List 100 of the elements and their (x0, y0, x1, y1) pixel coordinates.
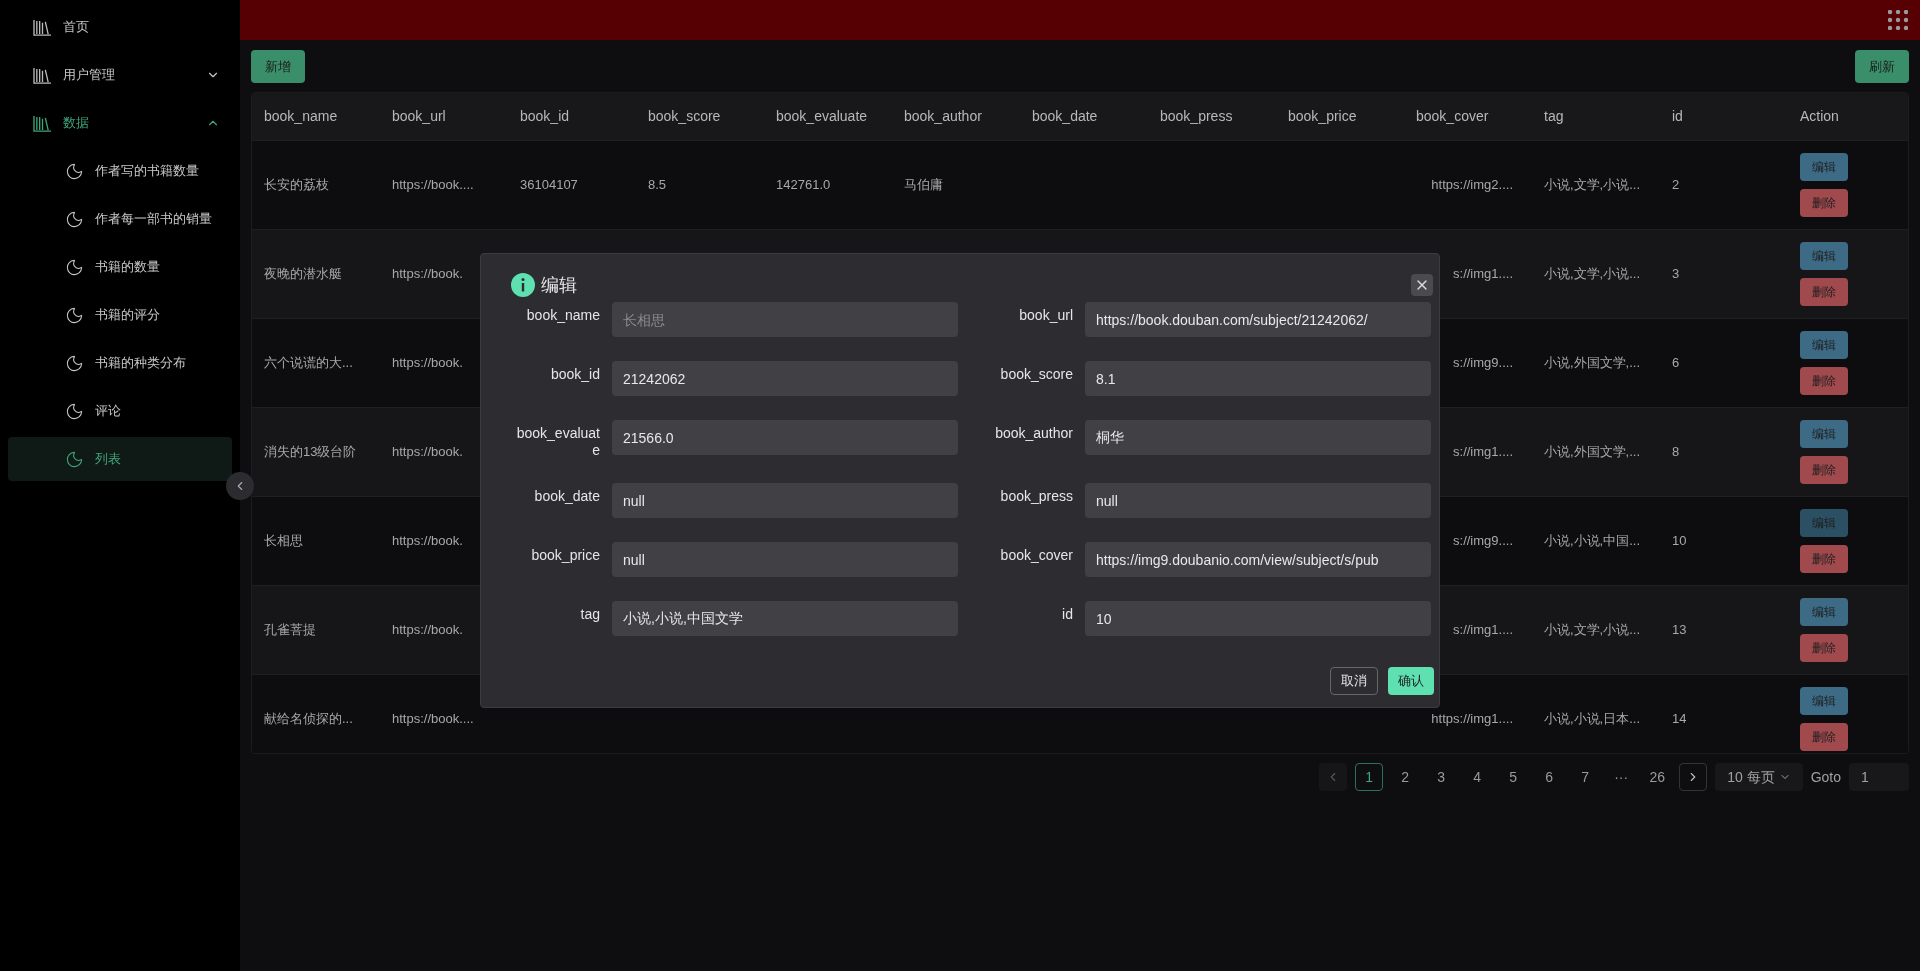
input-field[interactable]: 长相思 (612, 302, 958, 337)
page-button[interactable]: 6 (1535, 763, 1564, 791)
table-cell-text: 小说,外国文学,... (1544, 443, 1641, 462)
field-label: id (1061, 605, 1073, 623)
moon-icon (65, 305, 84, 325)
sidebar-item[interactable]: 列表 (8, 437, 232, 481)
table-cell-text: 长安的荔枝 (264, 176, 329, 195)
input-field[interactable]: https://img9.doubanio.com/view/subject/s/pub (1085, 542, 1431, 577)
field-label: book_press (999, 487, 1073, 505)
moon-icon (65, 209, 84, 229)
table-cell-text: s://img9.... (1453, 354, 1513, 373)
sidebar-item[interactable]: 书籍的种类分布 (8, 341, 232, 385)
table-cell-text: 小说,小说,中国... (1544, 532, 1641, 551)
field-label: book_author (994, 424, 1073, 442)
column-header: id (1671, 107, 1684, 126)
moon-icon (65, 401, 84, 421)
sidebar-item[interactable]: 用户管理 (0, 51, 240, 99)
table-cell-text: 142761.0 (776, 176, 831, 195)
collapse-button[interactable] (226, 472, 254, 500)
column-header: book_price (1287, 107, 1358, 126)
goto-label: Goto (1810, 767, 1841, 787)
table-cell-text: 小说,文学,小说... (1544, 265, 1641, 284)
field-label: book_id (549, 365, 600, 383)
sidebar-item[interactable]: 书籍的评分 (8, 293, 232, 337)
input-field[interactable]: null (1085, 483, 1431, 518)
column-header: book_name (263, 107, 339, 126)
table-cell-text: s://img1.... (1453, 265, 1513, 284)
next-page-button[interactable] (1679, 763, 1708, 791)
table-cell-text: s://img1.... (1453, 621, 1513, 640)
column-header: book_url (391, 107, 447, 126)
table-cell-text: 消失的13级台阶 (264, 443, 357, 462)
moon-icon (65, 161, 84, 181)
refresh-button[interactable]: 刷新 (1855, 50, 1909, 83)
page-button[interactable]: 2 (1391, 763, 1420, 791)
app-grid-icon[interactable] (1888, 10, 1908, 30)
input-field[interactable]: 10 (1085, 601, 1431, 636)
table-cell-text: https://book. (392, 621, 463, 640)
page-button[interactable]: 26 (1643, 763, 1672, 791)
table-cell-text: 13 (1672, 621, 1687, 640)
confirm-button[interactable]: 确认 (1388, 667, 1434, 695)
column-header: book_author (903, 107, 983, 126)
moon-icon (65, 257, 84, 277)
goto-input[interactable]: 1 (1849, 763, 1909, 791)
table-cell-text: 2 (1672, 176, 1680, 195)
sidebar-item[interactable]: 作者写的书籍数量 (8, 149, 232, 193)
page-button[interactable]: 3 (1427, 763, 1456, 791)
column-header: book_date (1031, 107, 1099, 126)
sidebar-item[interactable]: 作者每一部书的销量 (8, 197, 232, 241)
sidebar-item[interactable]: 首页 (0, 3, 240, 51)
table-cell-text: https://img2.... (1431, 176, 1513, 195)
input-field[interactable]: 桐华 (1085, 420, 1431, 455)
column-header: book_cover (1415, 107, 1490, 126)
page-button[interactable]: ··· (1607, 763, 1636, 791)
table-cell-text: s://img1.... (1453, 443, 1513, 462)
column-header: Action (1799, 107, 1840, 126)
column-header: book_press (1159, 107, 1234, 126)
page-button[interactable]: 4 (1463, 763, 1492, 791)
column-header: book_id (519, 107, 571, 126)
table-cell-text: https://book.... (392, 176, 474, 195)
table-cell-text: 8.5 (648, 176, 667, 195)
column-header: book_evaluate (775, 107, 869, 126)
books-icon (33, 114, 52, 132)
table-cell-text: 孔雀菩提 (264, 621, 316, 640)
add-button[interactable]: 新增 (251, 50, 305, 83)
table-cell-text: 小说,外国文学,... (1544, 354, 1641, 373)
table-cell-text: https://book. (392, 265, 463, 284)
close-button[interactable] (1411, 274, 1433, 296)
field-label: book_cover (999, 546, 1073, 564)
table-cell-text: 献给名侦探的... (264, 710, 353, 729)
input-field[interactable]: 21566.0 (612, 420, 958, 455)
page-button[interactable]: 7 (1571, 763, 1600, 791)
page-size-select[interactable]: 10 每页 (1715, 763, 1803, 791)
input-field[interactable]: https://book.douban.com/subject/21242062/ (1085, 302, 1431, 337)
sidebar-item[interactable]: 评论 (8, 389, 232, 433)
cancel-button[interactable]: 取消 (1330, 667, 1378, 695)
field-label: book_date (533, 487, 600, 505)
sidebar-item[interactable]: 数据 (0, 99, 240, 147)
moon-icon (65, 449, 84, 469)
field-label: tag (579, 605, 600, 623)
table-cell-text: 六个说谎的大... (264, 354, 353, 373)
table-cell-text: https://book.... (392, 710, 474, 729)
input-field[interactable]: null (612, 542, 958, 577)
input-field[interactable]: 小说,小说,中国文学 (612, 601, 958, 636)
input-field[interactable]: null (612, 483, 958, 518)
page-button[interactable]: 1 (1355, 763, 1384, 791)
dialog-title: 编辑 (541, 273, 577, 297)
table-cell-text: 小说,文学,小说... (1544, 176, 1641, 195)
field-label: book_price (530, 546, 600, 564)
table-cell-text: 3 (1672, 265, 1680, 284)
input-field[interactable]: 21242062 (612, 361, 958, 396)
input-field[interactable]: 8.1 (1085, 361, 1431, 396)
table-cell-text: 14 (1672, 710, 1687, 729)
table-cell-text: 36104107 (520, 176, 578, 195)
table-cell-text: 6 (1672, 354, 1680, 373)
page-button[interactable]: 5 (1499, 763, 1528, 791)
books-icon (33, 18, 52, 36)
table-cell-text: https://book. (392, 354, 463, 373)
books-icon (33, 66, 52, 84)
sidebar-item[interactable]: 书籍的数量 (8, 245, 232, 289)
info-icon (511, 273, 535, 297)
